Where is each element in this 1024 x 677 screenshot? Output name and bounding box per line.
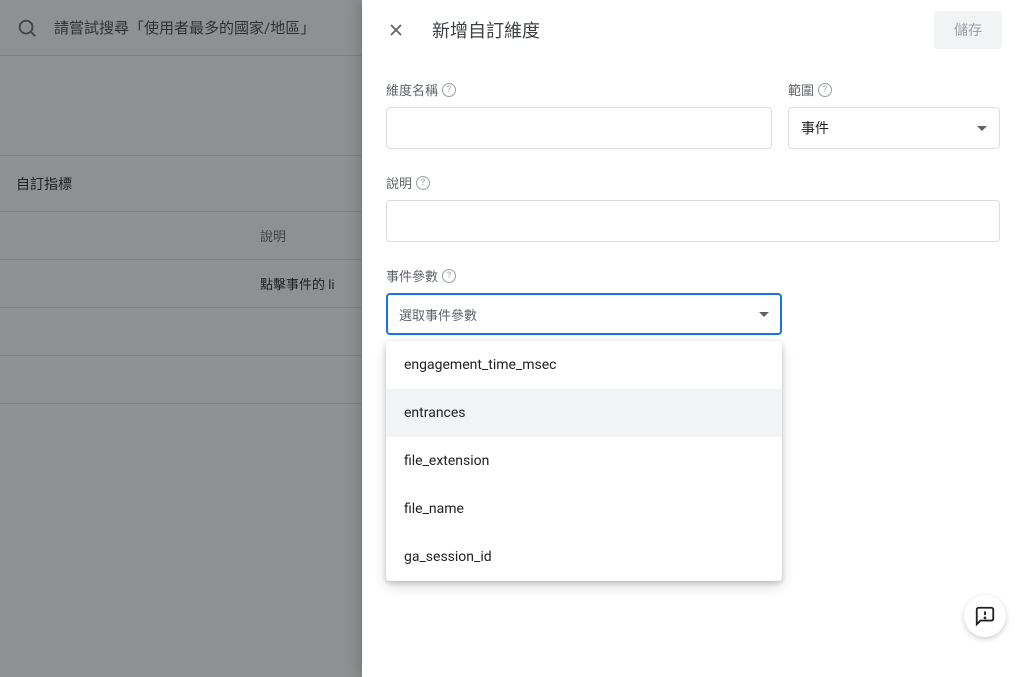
help-icon[interactable]: ? <box>416 176 430 190</box>
event-param-combo: 選取事件參數 engagement_time_msec entrances fi… <box>386 293 782 335</box>
label-description: 說明 ? <box>386 173 1000 192</box>
help-icon[interactable]: ? <box>442 83 456 97</box>
description-input[interactable] <box>386 200 1000 242</box>
panel-header: 新增自訂維度 儲存 <box>362 0 1024 60</box>
side-panel: 新增自訂維度 儲存 維度名稱 ? 範圍 ? 事件 <box>362 0 1024 677</box>
feedback-button[interactable] <box>964 595 1006 637</box>
panel-title: 新增自訂維度 <box>432 17 934 43</box>
event-param-placeholder: 選取事件參數 <box>399 305 477 324</box>
dropdown-item[interactable]: engagement_time_msec <box>386 341 782 389</box>
dropdown-item[interactable]: ga_session_id <box>386 533 782 581</box>
close-icon <box>386 20 406 40</box>
label-dimension-name: 維度名稱 ? <box>386 80 772 99</box>
dropdown-item[interactable]: file_name <box>386 485 782 533</box>
form-row-2: 說明 ? <box>386 173 1000 242</box>
event-param-select[interactable]: 選取事件參數 <box>386 293 782 335</box>
form-row-1: 維度名稱 ? 範圍 ? 事件 <box>386 80 1000 149</box>
help-icon[interactable]: ? <box>818 83 832 97</box>
chevron-down-icon <box>759 312 769 317</box>
dimension-name-input[interactable] <box>386 107 772 149</box>
label-scope: 範圍 ? <box>788 80 1000 99</box>
event-param-dropdown[interactable]: engagement_time_msec entrances file_exte… <box>386 341 782 581</box>
form-row-3: 事件參數 ? 選取事件參數 engagement_time_msec entra… <box>386 266 1000 335</box>
field-dimension-name: 維度名稱 ? <box>386 80 772 149</box>
save-button[interactable]: 儲存 <box>934 11 1002 49</box>
scope-select[interactable]: 事件 <box>788 107 1000 149</box>
label-event-param: 事件參數 ? <box>386 266 1000 285</box>
dropdown-item[interactable]: entrances <box>386 389 782 437</box>
field-event-param: 事件參數 ? 選取事件參數 engagement_time_msec entra… <box>386 266 1000 335</box>
feedback-icon <box>974 605 996 627</box>
chevron-down-icon <box>977 126 987 131</box>
panel-body: 維度名稱 ? 範圍 ? 事件 說明 <box>362 60 1024 677</box>
help-icon[interactable]: ? <box>442 269 456 283</box>
close-button[interactable] <box>384 18 408 42</box>
field-scope: 範圍 ? 事件 <box>788 80 1000 149</box>
field-description: 說明 ? <box>386 173 1000 242</box>
scope-value: 事件 <box>801 118 829 138</box>
dropdown-item[interactable]: file_extension <box>386 437 782 485</box>
